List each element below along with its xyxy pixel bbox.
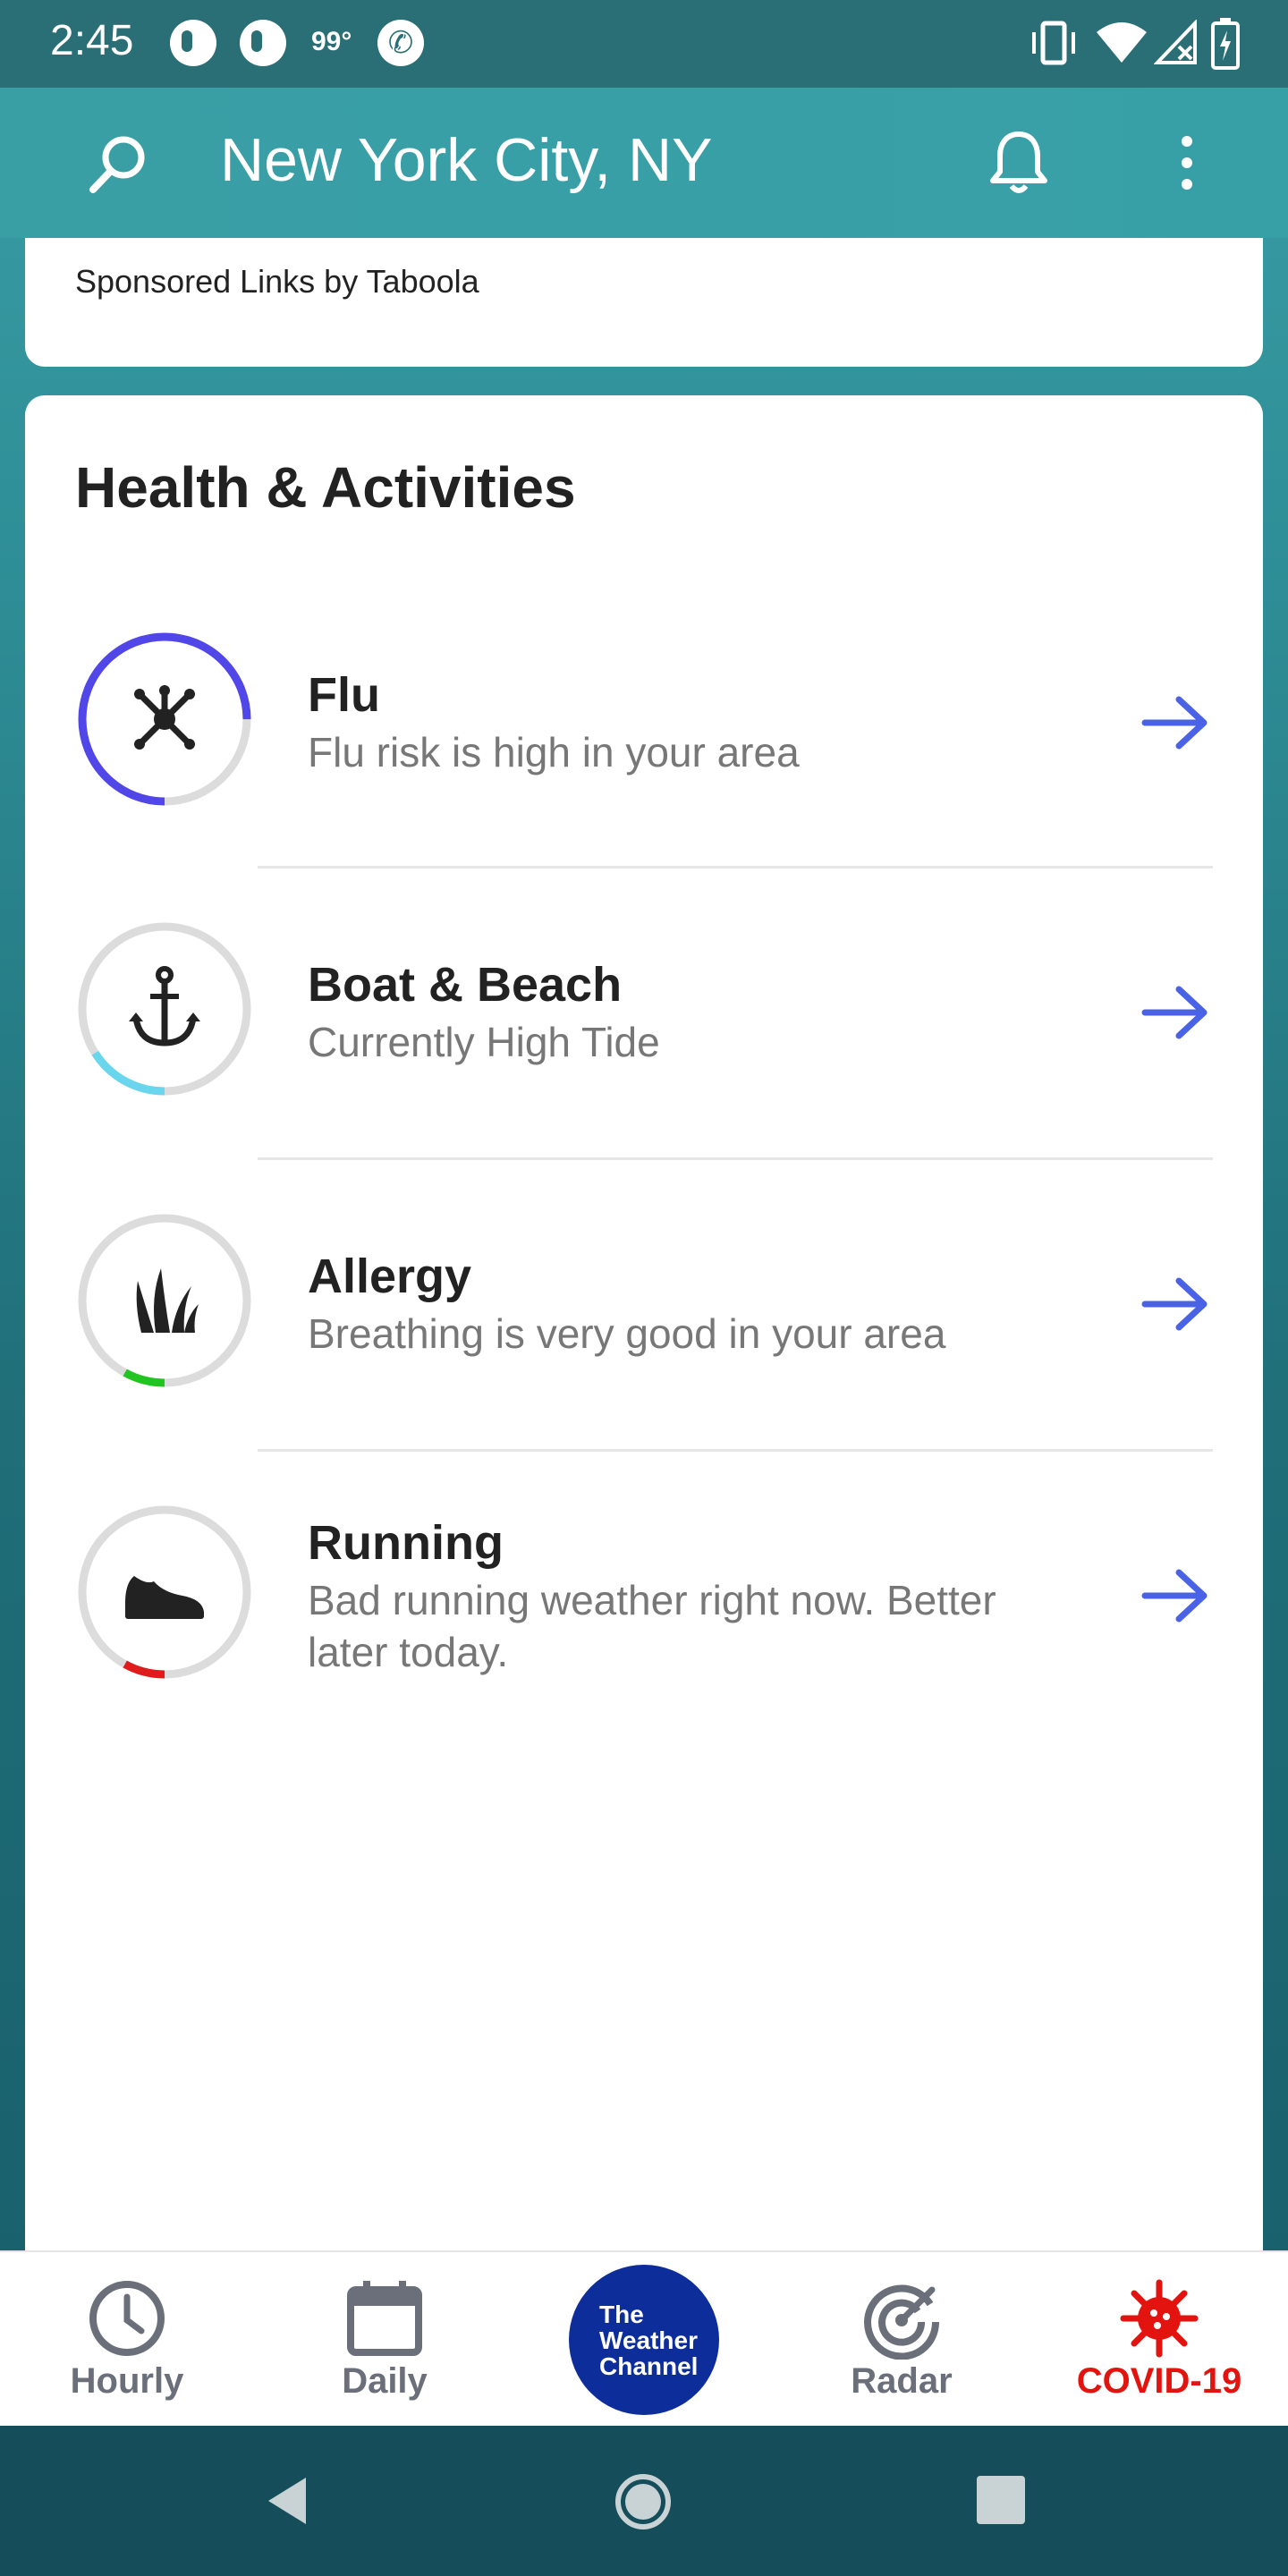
activity-description: Breathing is very good in your area	[308, 1310, 946, 1357]
anchor-icon	[129, 966, 200, 1046]
shoe-icon	[125, 1576, 204, 1619]
search-icon[interactable]	[86, 131, 150, 195]
running-gauge	[78, 1505, 251, 1679]
arrow-right-icon[interactable]	[1140, 694, 1211, 751]
logo-text: Channel	[599, 2351, 699, 2380]
sponsored-label[interactable]: Sponsored Links by Taboola	[75, 263, 479, 301]
virus-icon	[134, 685, 195, 750]
section-title: Health & Activities	[75, 455, 576, 520]
battery-charging-icon	[1211, 18, 1240, 70]
activity-name: Boat & Beach	[308, 958, 623, 1012]
nav-label: COVID-19	[1076, 2361, 1242, 2401]
activity-row-boat-beach[interactable]: Boat & Beach Currently High Tide	[25, 869, 1263, 1159]
status-temperature: 99°	[311, 27, 352, 56]
bottom-navigation: Hourly Daily The Weather Channel Radar C…	[0, 2250, 1288, 2426]
nav-label: Radar	[851, 2361, 953, 2401]
allergy-gauge	[78, 1214, 251, 1387]
activity-description: Currently High Tide	[308, 1019, 660, 1065]
back-icon[interactable]	[259, 2472, 317, 2529]
nav-label: Daily	[342, 2361, 428, 2401]
arrow-right-icon[interactable]	[1140, 1275, 1211, 1333]
divider	[258, 866, 1213, 869]
logo-text: The	[599, 2300, 644, 2328]
signal-icon	[1154, 20, 1197, 64]
activity-row-allergy[interactable]: Allergy Breathing is very good in your a…	[25, 1161, 1263, 1451]
wifi-icon	[1097, 22, 1147, 63]
home-icon[interactable]	[614, 2472, 673, 2531]
status-bar: 2:45 99° ✆	[0, 0, 1288, 88]
system-navigation-bar	[0, 2426, 1288, 2576]
phone-icon: ✆	[377, 20, 424, 66]
nav-daily[interactable]: Daily	[277, 2252, 492, 2428]
arrow-right-icon[interactable]	[1140, 984, 1211, 1041]
clock-icon	[89, 2281, 165, 2356]
recents-icon[interactable]	[977, 2476, 1025, 2524]
divider	[258, 1449, 1213, 1452]
notification-icon	[170, 20, 216, 66]
activity-description: Bad running weather right now. Better la…	[308, 1577, 996, 1675]
location-title[interactable]: New York City, NY	[220, 125, 712, 195]
calendar-icon	[347, 2281, 422, 2356]
bell-icon[interactable]	[987, 129, 1050, 197]
tide-gauge	[78, 922, 251, 1096]
sponsored-card: Sponsored Links by Taboola	[25, 238, 1263, 367]
status-time: 2:45	[50, 17, 134, 64]
radar-icon	[864, 2284, 940, 2360]
arrow-right-icon[interactable]	[1140, 1567, 1211, 1624]
activity-name: Running	[308, 1516, 504, 1570]
notification-icon	[240, 20, 286, 66]
app-bar: New York City, NY	[0, 88, 1288, 238]
more-vert-icon[interactable]	[1167, 134, 1207, 191]
virus-icon	[1120, 2279, 1199, 2358]
grass-icon	[136, 1268, 199, 1333]
flu-risk-gauge	[78, 632, 251, 806]
activity-row-flu[interactable]: Flu Flu risk is high in your area	[25, 578, 1263, 868]
activity-row-running[interactable]: Running Bad running weather right now. B…	[25, 1453, 1263, 1742]
nav-radar[interactable]: Radar	[794, 2252, 1009, 2428]
nav-label: Hourly	[70, 2361, 184, 2401]
activity-name: Flu	[308, 668, 380, 722]
nav-covid[interactable]: COVID-19	[1052, 2252, 1267, 2428]
divider	[258, 1157, 1213, 1160]
logo-text: Weather	[599, 2326, 698, 2354]
vibrate-icon	[1032, 21, 1075, 65]
activity-description: Flu risk is high in your area	[308, 729, 800, 775]
health-activities-card: Health & Activities Flu Flu risk is high…	[25, 395, 1263, 2256]
activity-name: Allergy	[308, 1250, 472, 1303]
weather-channel-logo[interactable]: The Weather Channel	[569, 2265, 719, 2415]
nav-hourly[interactable]: Hourly	[20, 2252, 234, 2428]
